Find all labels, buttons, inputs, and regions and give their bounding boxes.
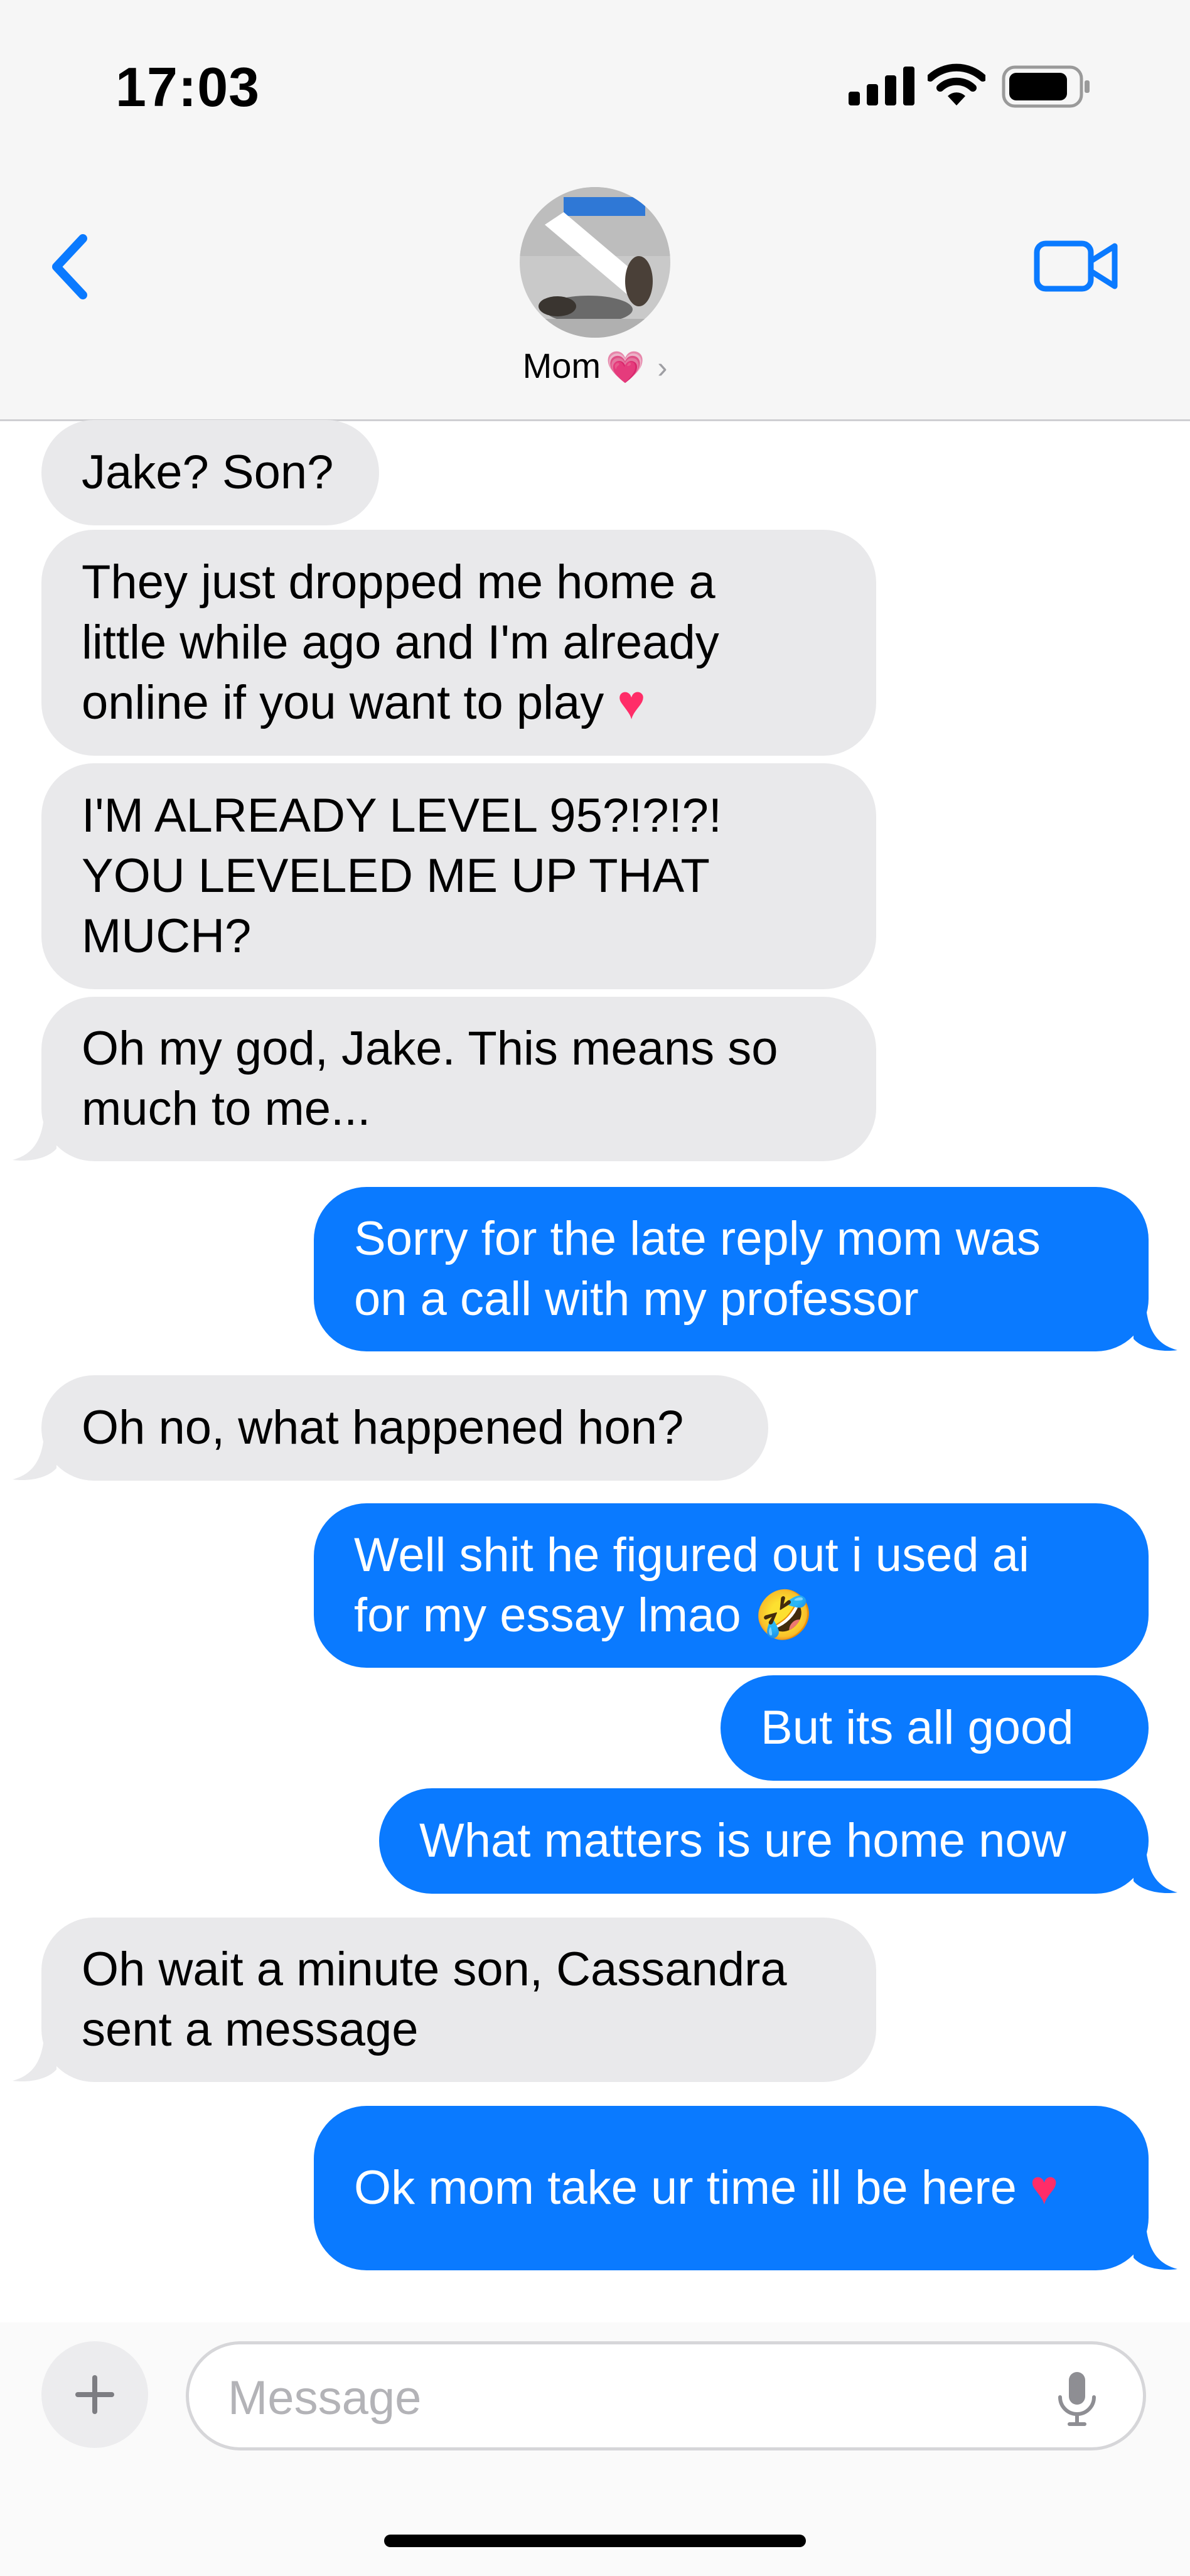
- cellular-signal-icon: [849, 67, 914, 105]
- bubble-tail: [13, 2038, 56, 2082]
- message-text-line: Well shit he figured out i used ai: [354, 1528, 1029, 1582]
- conversation-header: Mom 💗 ›: [0, 157, 1190, 421]
- battery-icon: [1002, 65, 1090, 108]
- chevron-right-icon: ›: [657, 352, 668, 385]
- message-text-line: Sorry for the late reply mom was: [354, 1212, 1041, 1265]
- message-input[interactable]: [227, 2367, 1045, 2428]
- incoming-message-bubble[interactable]: Oh my god, Jake. This means so much to me…: [41, 997, 876, 1161]
- heart-emoji: 💗: [606, 350, 645, 385]
- message-text-line: for my essay lmao 🤣: [354, 1589, 814, 1642]
- status-time: 17:03: [115, 56, 260, 118]
- message-text-line: Oh wait a minute son, Cassandra: [82, 1943, 787, 1996]
- message-text-line: But its all good: [761, 1701, 1074, 1754]
- contact-name: Mom: [522, 346, 601, 385]
- incoming-message-bubble[interactable]: Oh wait a minute son, Cassandra sent a me…: [41, 1918, 876, 2082]
- video-camera-icon[interactable]: [1033, 235, 1121, 298]
- message-text-line: Oh my god, Jake. This means so: [82, 1022, 778, 1075]
- message-text-line: Oh no, what happened hon?: [82, 1401, 684, 1454]
- message-field[interactable]: [186, 2341, 1146, 2450]
- incoming-message-bubble[interactable]: They just dropped me home a little while …: [41, 530, 876, 756]
- message-text-line: MUCH?: [82, 910, 252, 963]
- outgoing-message-bubble[interactable]: Sorry for the late reply mom was on a cal…: [314, 1187, 1149, 1351]
- message-text-line: YOU LEVELED ME UP THAT: [82, 849, 710, 903]
- microphone-icon[interactable]: [1055, 2369, 1099, 2428]
- chevron-left-icon[interactable]: [44, 226, 100, 308]
- message-list: Jake? Son? They just dropped me home a lit…: [0, 420, 1190, 2273]
- message-text-line: on a call with my professor: [354, 1272, 919, 1326]
- message-text-line: Jake? Son?: [82, 446, 334, 499]
- outgoing-message-bubble[interactable]: But its all good: [721, 1675, 1149, 1781]
- message-text-line: What matters is ure home now: [419, 1814, 1066, 1867]
- heart-emoji: ♥: [1016, 2161, 1059, 2214]
- message-text-line: sent a message: [82, 2003, 419, 2056]
- bubble-tail: [1134, 1307, 1177, 1351]
- contact-name-row[interactable]: Mom 💗 ›: [0, 345, 1190, 386]
- incoming-message-bubble[interactable]: Oh no, what happened hon?: [41, 1375, 768, 1481]
- bubble-tail: [13, 1437, 56, 1481]
- avatar[interactable]: [520, 187, 670, 338]
- home-indicator: [384, 2535, 806, 2547]
- message-text-line: They just dropped me home a: [82, 555, 716, 609]
- message-text-line: I'M ALREADY LEVEL 95?!?!?!: [82, 789, 722, 842]
- message-text-line: online if you want to play ♥: [82, 676, 646, 729]
- plus-button[interactable]: [41, 2341, 148, 2448]
- outgoing-message-bubble[interactable]: Ok mom take ur time ill be here ♥: [314, 2106, 1149, 2270]
- message-text-line: little while ago and I'm already: [82, 616, 719, 669]
- incoming-message-bubble[interactable]: Jake? Son?: [41, 420, 379, 525]
- wifi-icon: [928, 63, 985, 105]
- bubble-tail: [1134, 2226, 1177, 2270]
- message-text-line: much to me...: [82, 1082, 371, 1135]
- status-bar: 17:03: [0, 0, 1190, 157]
- bubble-tail: [13, 1117, 56, 1161]
- heart-emoji: ♥: [604, 676, 646, 729]
- incoming-message-bubble[interactable]: I'M ALREADY LEVEL 95?!?!?! YOU LEVELED ME…: [41, 763, 876, 989]
- outgoing-message-bubble[interactable]: Well shit he figured out i used ai for my…: [314, 1503, 1149, 1668]
- bubble-tail: [1134, 1850, 1177, 1894]
- message-text-line: Ok mom take ur time ill be here ♥: [354, 2161, 1059, 2214]
- outgoing-message-bubble[interactable]: What matters is ure home now: [379, 1788, 1149, 1894]
